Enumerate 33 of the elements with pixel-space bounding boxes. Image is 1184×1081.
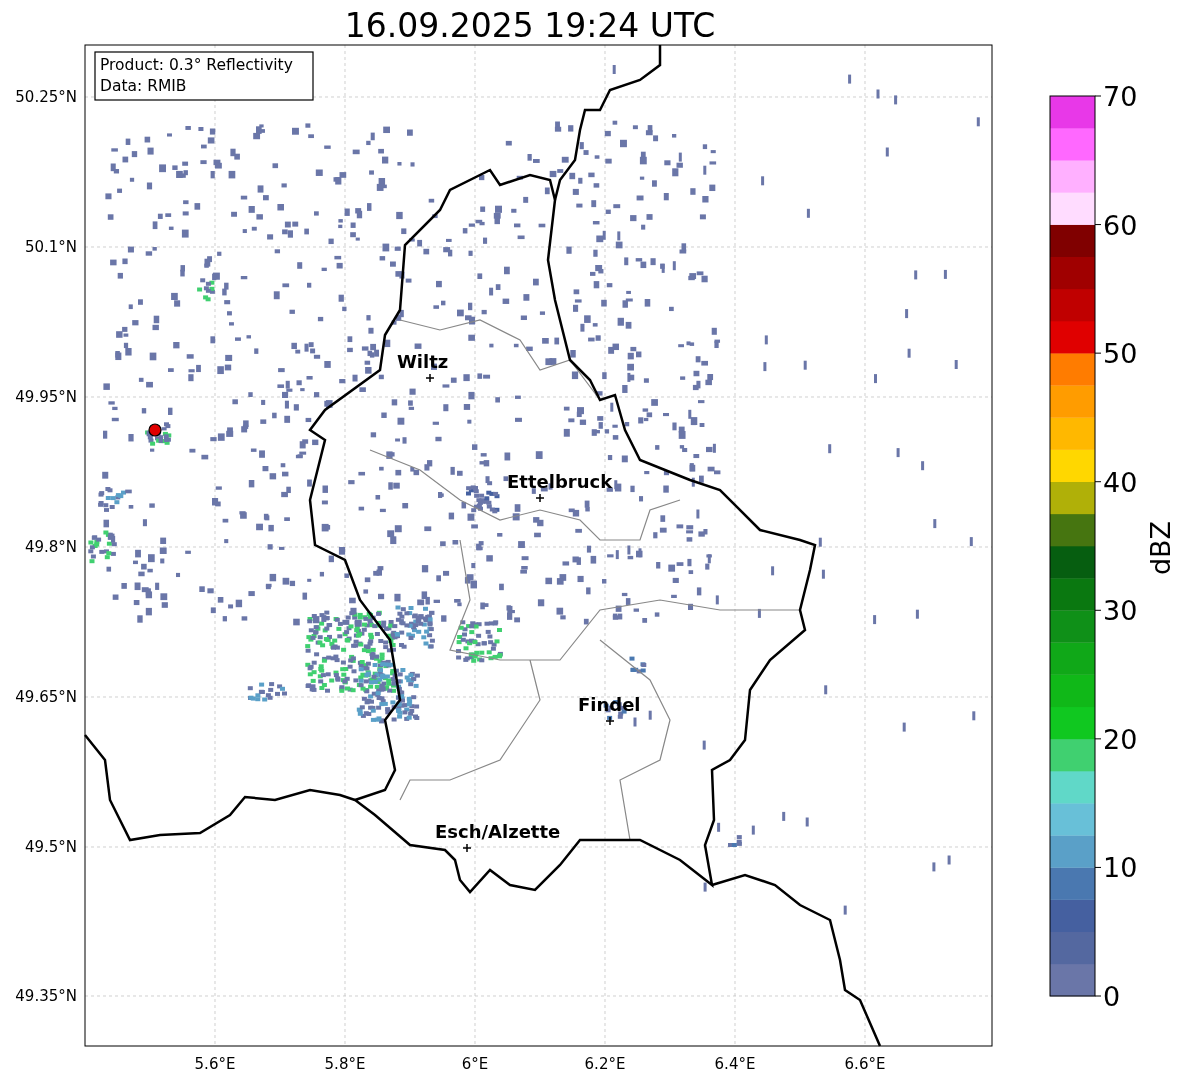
longitude-label: 6.2°E	[584, 1055, 626, 1073]
colorbar-tick-label: 60	[1103, 209, 1138, 241]
city-marker-icon	[462, 843, 472, 853]
radar-site-marker	[148, 423, 162, 437]
colorbar-tick-label: 20	[1103, 723, 1138, 755]
colorbar-tick-label: 0	[1103, 981, 1121, 1012]
info-text: Data: RMIB	[100, 77, 187, 95]
city-label: Ettelbruck	[507, 471, 613, 492]
longitude-label: 6°E	[461, 1055, 489, 1073]
city-marker-icon	[535, 493, 545, 503]
longitude-label: 5.8°E	[324, 1055, 366, 1073]
colorbar-tick-label: 40	[1103, 466, 1138, 498]
longitude-label: 6.4°E	[714, 1055, 756, 1073]
city-marker-icon	[425, 373, 435, 383]
city-marker-icon	[605, 716, 615, 726]
latitude-label: 49.95°N	[15, 388, 77, 406]
colorbar-tick-label: 50	[1103, 338, 1138, 370]
info-text: Product: 0.3° Reflectivity	[100, 56, 293, 74]
latitude-label: 50.1°N	[24, 238, 77, 256]
latitude-label: 49.65°N	[15, 688, 77, 706]
colorbar-label: dBZ	[1145, 520, 1176, 576]
city-label: Wiltz	[397, 351, 449, 372]
latitude-label: 49.5°N	[24, 838, 77, 856]
latitude-label: 50.25°N	[15, 88, 77, 106]
city-label: Esch/Alzette	[435, 821, 561, 842]
longitude-label: 6.6°E	[844, 1055, 886, 1073]
latitude-label: 49.8°N	[24, 538, 77, 556]
longitude-label: 5.6°E	[194, 1055, 236, 1073]
colorbar-tick-label: 70	[1103, 81, 1138, 112]
colorbar-tick-label: 10	[1103, 852, 1138, 884]
latitude-label: 49.35°N	[15, 987, 77, 1005]
colorbar-tick-label: 30	[1103, 595, 1138, 627]
chart-title: 16.09.2025 19:24 UTC	[344, 6, 716, 45]
